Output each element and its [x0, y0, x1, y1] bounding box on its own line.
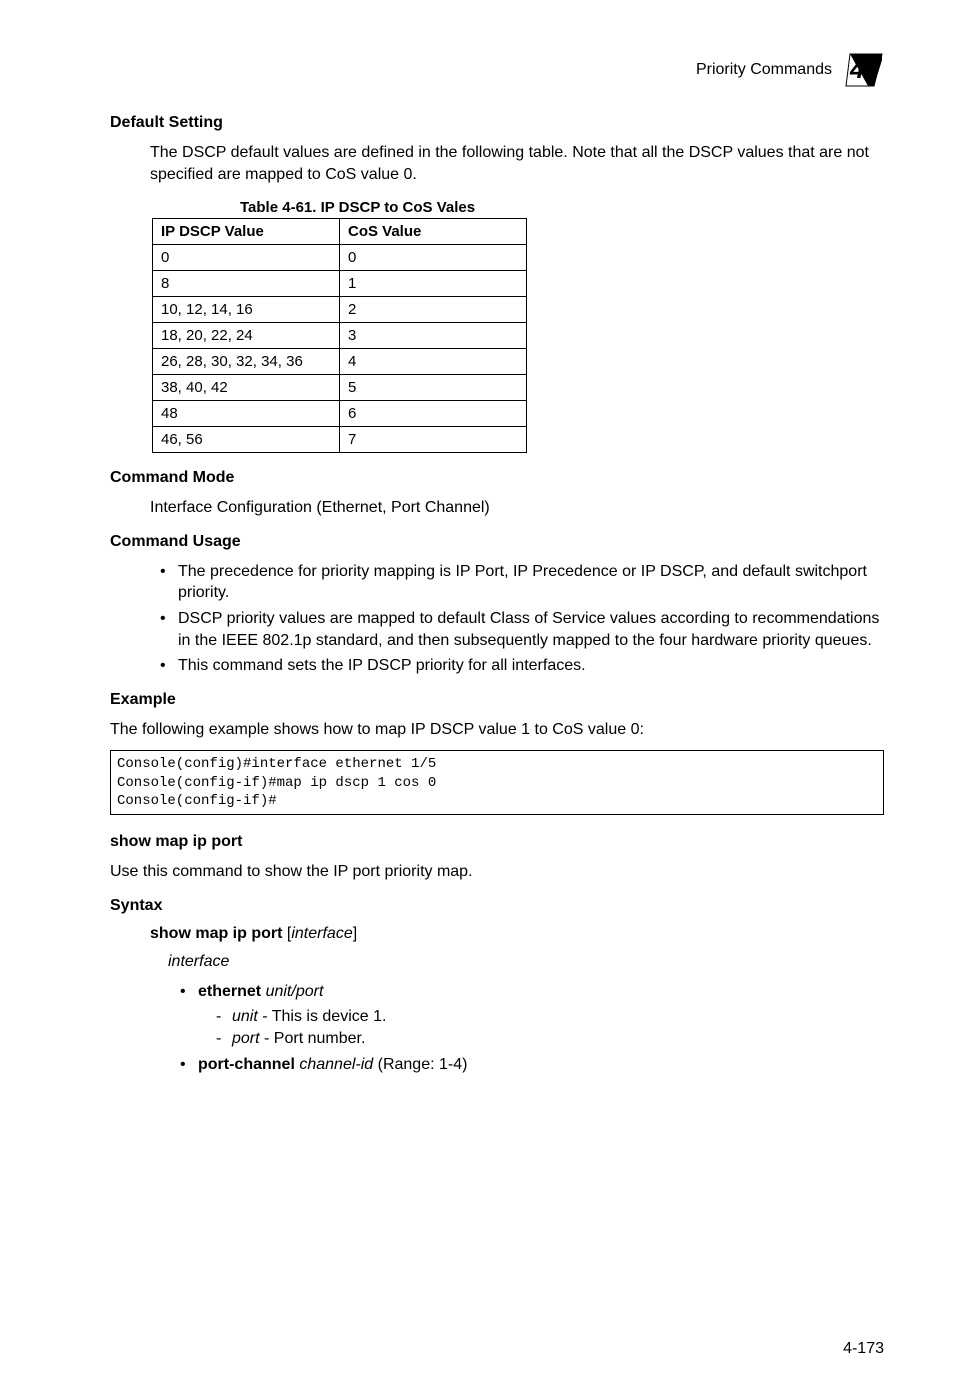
- unit-desc: - This is device 1.: [258, 1008, 387, 1025]
- syntax-cmd-arg: interface: [291, 925, 352, 942]
- table-cell: 2: [340, 297, 527, 323]
- table-cell: 26, 28, 30, 32, 34, 36: [153, 349, 340, 375]
- table-cell: 6: [340, 401, 527, 427]
- table-caption: Table 4-61. IP DSCP to CoS Vales: [240, 199, 884, 216]
- table-row: 46, 567: [153, 427, 527, 453]
- table-cell: 7: [340, 427, 527, 453]
- syntax-command: show map ip port [interface]: [150, 925, 884, 943]
- table-row: 81: [153, 271, 527, 297]
- list-item: DSCP priority values are mapped to defau…: [160, 608, 884, 651]
- table-cell: 0: [340, 245, 527, 271]
- dscp-table: IP DSCP Value CoS Value 00 81 10, 12, 14…: [152, 218, 527, 453]
- table-row: 18, 20, 22, 243: [153, 323, 527, 349]
- default-setting-body: The DSCP default values are defined in t…: [150, 142, 884, 185]
- example-heading: Example: [110, 691, 884, 709]
- table-row: 10, 12, 14, 162: [153, 297, 527, 323]
- port-arg: port: [232, 1030, 260, 1047]
- page-header: Priority Commands 4: [110, 50, 884, 90]
- default-setting-heading: Default Setting: [110, 114, 884, 132]
- table-cell: 38, 40, 42: [153, 375, 340, 401]
- table-cell: 0: [153, 245, 340, 271]
- table-cell: 18, 20, 22, 24: [153, 323, 340, 349]
- table-cell: 1: [340, 271, 527, 297]
- page-number: 4-173: [843, 1340, 884, 1358]
- chapter-badge: 4: [844, 50, 884, 90]
- header-title: Priority Commands: [696, 61, 832, 79]
- table-cell: 8: [153, 271, 340, 297]
- table-row: 486: [153, 401, 527, 427]
- table-cell: 48: [153, 401, 340, 427]
- table-cell: 3: [340, 323, 527, 349]
- command-usage-list: The precedence for priority mapping is I…: [160, 561, 884, 677]
- example-intro: The following example shows how to map I…: [110, 719, 884, 741]
- show-cmd-heading: show map ip port: [110, 833, 884, 851]
- command-mode-body: Interface Configuration (Ethernet, Port …: [150, 497, 884, 519]
- table-row: 26, 28, 30, 32, 34, 364: [153, 349, 527, 375]
- table-row: 00: [153, 245, 527, 271]
- list-item: ethernet unit/port unit - This is device…: [180, 981, 884, 1051]
- example-code: Console(config)#interface ethernet 1/5 C…: [110, 750, 884, 815]
- command-mode-heading: Command Mode: [110, 469, 884, 487]
- portchannel-arg: channel-id: [299, 1056, 373, 1073]
- table-header-row: IP DSCP Value CoS Value: [153, 219, 527, 245]
- unit-arg: unit: [232, 1008, 258, 1025]
- chapter-number: 4: [850, 54, 864, 85]
- page: Priority Commands 4 Default Setting The …: [0, 0, 954, 1388]
- list-item: port - Port number.: [216, 1028, 884, 1050]
- list-item: This command sets the IP DSCP priority f…: [160, 655, 884, 677]
- syntax-args-list: ethernet unit/port unit - This is device…: [180, 981, 884, 1077]
- port-desc: - Port number.: [260, 1030, 366, 1047]
- table-cell: 10, 12, 14, 16: [153, 297, 340, 323]
- syntax-cmd-name: show map ip port: [150, 925, 282, 942]
- list-item: The precedence for priority mapping is I…: [160, 561, 884, 604]
- ethernet-sub-list: unit - This is device 1. port - Port num…: [216, 1006, 884, 1051]
- show-cmd-intro: Use this command to show the IP port pri…: [110, 861, 884, 883]
- table-cell: 5: [340, 375, 527, 401]
- command-usage-heading: Command Usage: [110, 533, 884, 551]
- list-item: port-channel channel-id (Range: 1-4): [180, 1054, 884, 1076]
- table-cell: 4: [340, 349, 527, 375]
- table-header-cell: CoS Value: [340, 219, 527, 245]
- ethernet-args: unit/port: [266, 983, 324, 1000]
- list-item: unit - This is device 1.: [216, 1006, 884, 1028]
- ethernet-keyword: ethernet: [198, 983, 261, 1000]
- portchannel-keyword: port-channel: [198, 1056, 295, 1073]
- table-cell: 46, 56: [153, 427, 340, 453]
- interface-label: interface: [168, 953, 884, 971]
- table-row: 38, 40, 425: [153, 375, 527, 401]
- table-header-cell: IP DSCP Value: [153, 219, 340, 245]
- portchannel-desc: (Range: 1-4): [373, 1056, 467, 1073]
- syntax-heading: Syntax: [110, 897, 884, 915]
